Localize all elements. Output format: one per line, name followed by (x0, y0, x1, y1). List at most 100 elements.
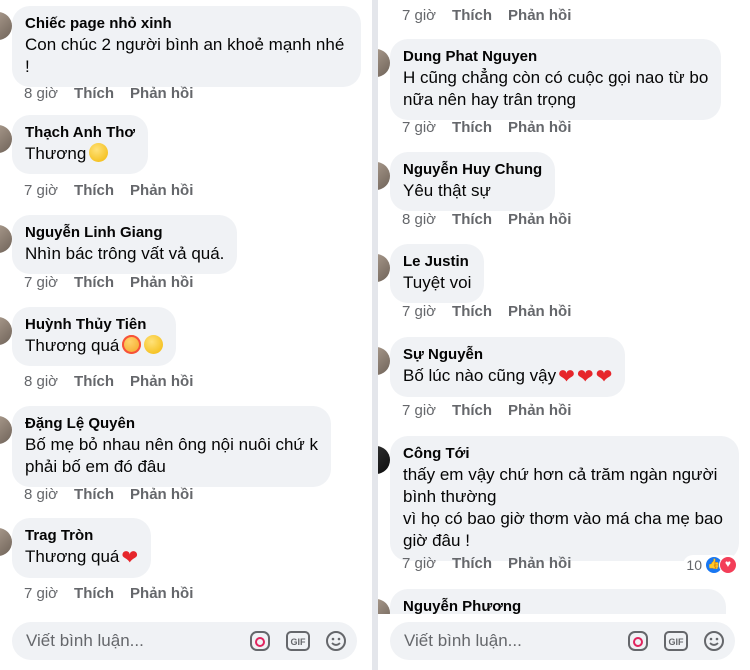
reply-button[interactable]: Phản hồi (130, 486, 193, 503)
comment-time[interactable]: 8 giờ (24, 373, 58, 390)
reply-button[interactable]: Phản hồi (508, 7, 571, 24)
commenter-name[interactable]: Nguyễn Linh Giang (25, 223, 224, 243)
avatar[interactable] (0, 125, 12, 153)
comment-time[interactable]: 8 giờ (24, 85, 58, 102)
comment-time[interactable]: 8 giờ (24, 486, 58, 503)
comment-time[interactable]: 7 giờ (402, 119, 436, 136)
reply-button[interactable]: Phản hồi (508, 402, 571, 419)
love-reaction-icon: ♥ (719, 556, 737, 574)
like-button[interactable]: Thích (452, 211, 492, 228)
avatar[interactable] (0, 416, 12, 444)
comment-time[interactable]: 7 giờ (402, 402, 436, 419)
comment-actions: 7 giờ Thích Phản hồi (402, 7, 587, 24)
comment-time[interactable]: 7 giờ (24, 274, 58, 291)
reply-button[interactable]: Phản hồi (130, 274, 193, 291)
left-comment-panel: Chiếc page nhỏ xinh Con chúc 2 người bìn… (0, 0, 372, 670)
reply-button[interactable]: Phản hồi (508, 303, 571, 320)
commenter-name[interactable]: Nguyễn Huy Chung (403, 160, 542, 180)
comment-input[interactable]: Viết bình luận... GIF (390, 622, 735, 660)
commenter-name[interactable]: Công Tới (403, 444, 726, 464)
avatar[interactable] (378, 49, 390, 77)
comment-actions: 8 giờ Thích Phản hồi (24, 486, 209, 503)
avatar[interactable] (378, 446, 390, 474)
comment-bubble: Chiếc page nhỏ xinh Con chúc 2 người bìn… (12, 6, 361, 87)
comment-bubble: Đặng Lệ Quyên Bố mẹ bỏ nhau nên ông nội … (12, 406, 332, 487)
comment-input-bar: Viết bình luận... GIF (378, 614, 750, 670)
avatar[interactable] (0, 225, 12, 253)
commenter-name[interactable]: Trag Tròn (25, 526, 138, 546)
comment-actions: 8 giờ Thích Phản hồi (24, 85, 209, 102)
comment-time[interactable]: 8 giờ (402, 211, 436, 228)
gif-icon[interactable]: GIF (285, 628, 311, 654)
emoji-icon[interactable] (323, 628, 349, 654)
emoji-icon[interactable] (701, 628, 727, 654)
comment-actions: 7 giờ Thích Phản hồi (24, 274, 209, 291)
comment-actions: 7 giờ Thích Phản hồi (402, 119, 587, 136)
like-button[interactable]: Thích (74, 85, 114, 102)
comment-time[interactable]: 7 giờ (402, 303, 436, 320)
pleading-face-icon (144, 335, 164, 354)
reply-button[interactable]: Phản hồi (508, 119, 571, 136)
comment-text: Thương quá ❤ (25, 547, 139, 569)
commenter-name[interactable]: Thạch Anh Thơ (25, 123, 135, 143)
commenter-name[interactable]: Sự Nguyễn (403, 345, 612, 365)
like-button[interactable]: Thích (74, 274, 114, 291)
comment-bubble: Trag Tròn Thương quá ❤ (12, 518, 152, 578)
like-button[interactable]: Thích (74, 373, 114, 390)
comment-text: Bố lúc nào cũng vậy ❤ ❤ ❤ (403, 366, 613, 388)
comment-actions: 7 giờ Thích Phản hồi (402, 303, 587, 320)
commenter-name[interactable]: Dung Phat Nguyen (403, 47, 708, 67)
commenter-name[interactable]: Chiếc page nhỏ xinh (25, 14, 348, 34)
comment-bubble: Huỳnh Thủy Tiên Thương quá (12, 307, 177, 366)
red-heart-icon: ❤ (121, 547, 139, 569)
avatar[interactable] (378, 347, 390, 375)
avatar[interactable] (378, 254, 390, 282)
sticker-icon[interactable] (625, 628, 651, 654)
commenter-name[interactable]: Đặng Lệ Quyên (25, 414, 318, 434)
reaction-count: 10 (686, 557, 702, 573)
comment-time[interactable]: 7 giờ (24, 182, 58, 199)
comment-input[interactable]: Viết bình luận... GIF (12, 622, 357, 660)
reply-button[interactable]: Phản hồi (508, 211, 571, 228)
like-button[interactable]: Thích (74, 182, 114, 199)
like-button[interactable]: Thích (452, 119, 492, 136)
comment-bubble: Nguyễn Huy Chung Yêu thật sự (390, 152, 556, 211)
reply-button[interactable]: Phản hồi (508, 555, 571, 572)
avatar[interactable] (378, 162, 390, 190)
like-button[interactable]: Thích (452, 555, 492, 572)
sticker-icon[interactable] (247, 628, 273, 654)
comment-time[interactable]: 7 giờ (402, 7, 436, 24)
like-button[interactable]: Thích (452, 7, 492, 24)
comment-text: Bố mẹ bỏ nhau nên ông nội nuôi chứ k phả… (25, 435, 319, 476)
comment-actions: 7 giờ Thích Phản hồi (402, 402, 587, 419)
reaction-summary[interactable]: 10 👍 ♥ (683, 555, 740, 575)
comment-actions: 8 giờ Thích Phản hồi (24, 373, 209, 390)
comment-bubble: Le Justin Tuyệt voi (390, 244, 485, 303)
comment-actions: 7 giờ Thích Phản hồi (402, 555, 587, 572)
comment-bubble: Sự Nguyễn Bố lúc nào cũng vậy ❤ ❤ ❤ (390, 337, 626, 397)
like-button[interactable]: Thích (74, 585, 114, 602)
yellow-heart-icon (89, 143, 109, 162)
commenter-name[interactable]: Le Justin (403, 252, 471, 272)
comment-time[interactable]: 7 giờ (24, 585, 58, 602)
gif-icon[interactable]: GIF (663, 628, 689, 654)
avatar[interactable] (0, 528, 12, 556)
reply-button[interactable]: Phản hồi (130, 373, 193, 390)
comment-text: Yêu thật sự (403, 181, 491, 200)
like-button[interactable]: Thích (452, 303, 492, 320)
comment-text: thấy em vậy chứ hơn cả trăm ngàn người b… (403, 465, 723, 550)
reply-button[interactable]: Phản hồi (130, 85, 193, 102)
input-icons: GIF (625, 628, 727, 654)
reply-button[interactable]: Phản hồi (130, 182, 193, 199)
avatar[interactable] (0, 12, 12, 40)
comment-actions: 7 giờ Thích Phản hồi (24, 585, 209, 602)
commenter-name[interactable]: Huỳnh Thủy Tiên (25, 315, 163, 335)
like-button[interactable]: Thích (452, 402, 492, 419)
like-button[interactable]: Thích (74, 486, 114, 503)
svg-text:GIF: GIF (669, 637, 685, 647)
comment-text: Tuyệt voi (403, 273, 472, 292)
comment-bubble: Công Tới thấy em vậy chứ hơn cả trăm ngà… (390, 436, 739, 561)
reply-button[interactable]: Phản hồi (130, 585, 193, 602)
avatar[interactable] (0, 317, 12, 345)
comment-time[interactable]: 7 giờ (402, 555, 436, 572)
